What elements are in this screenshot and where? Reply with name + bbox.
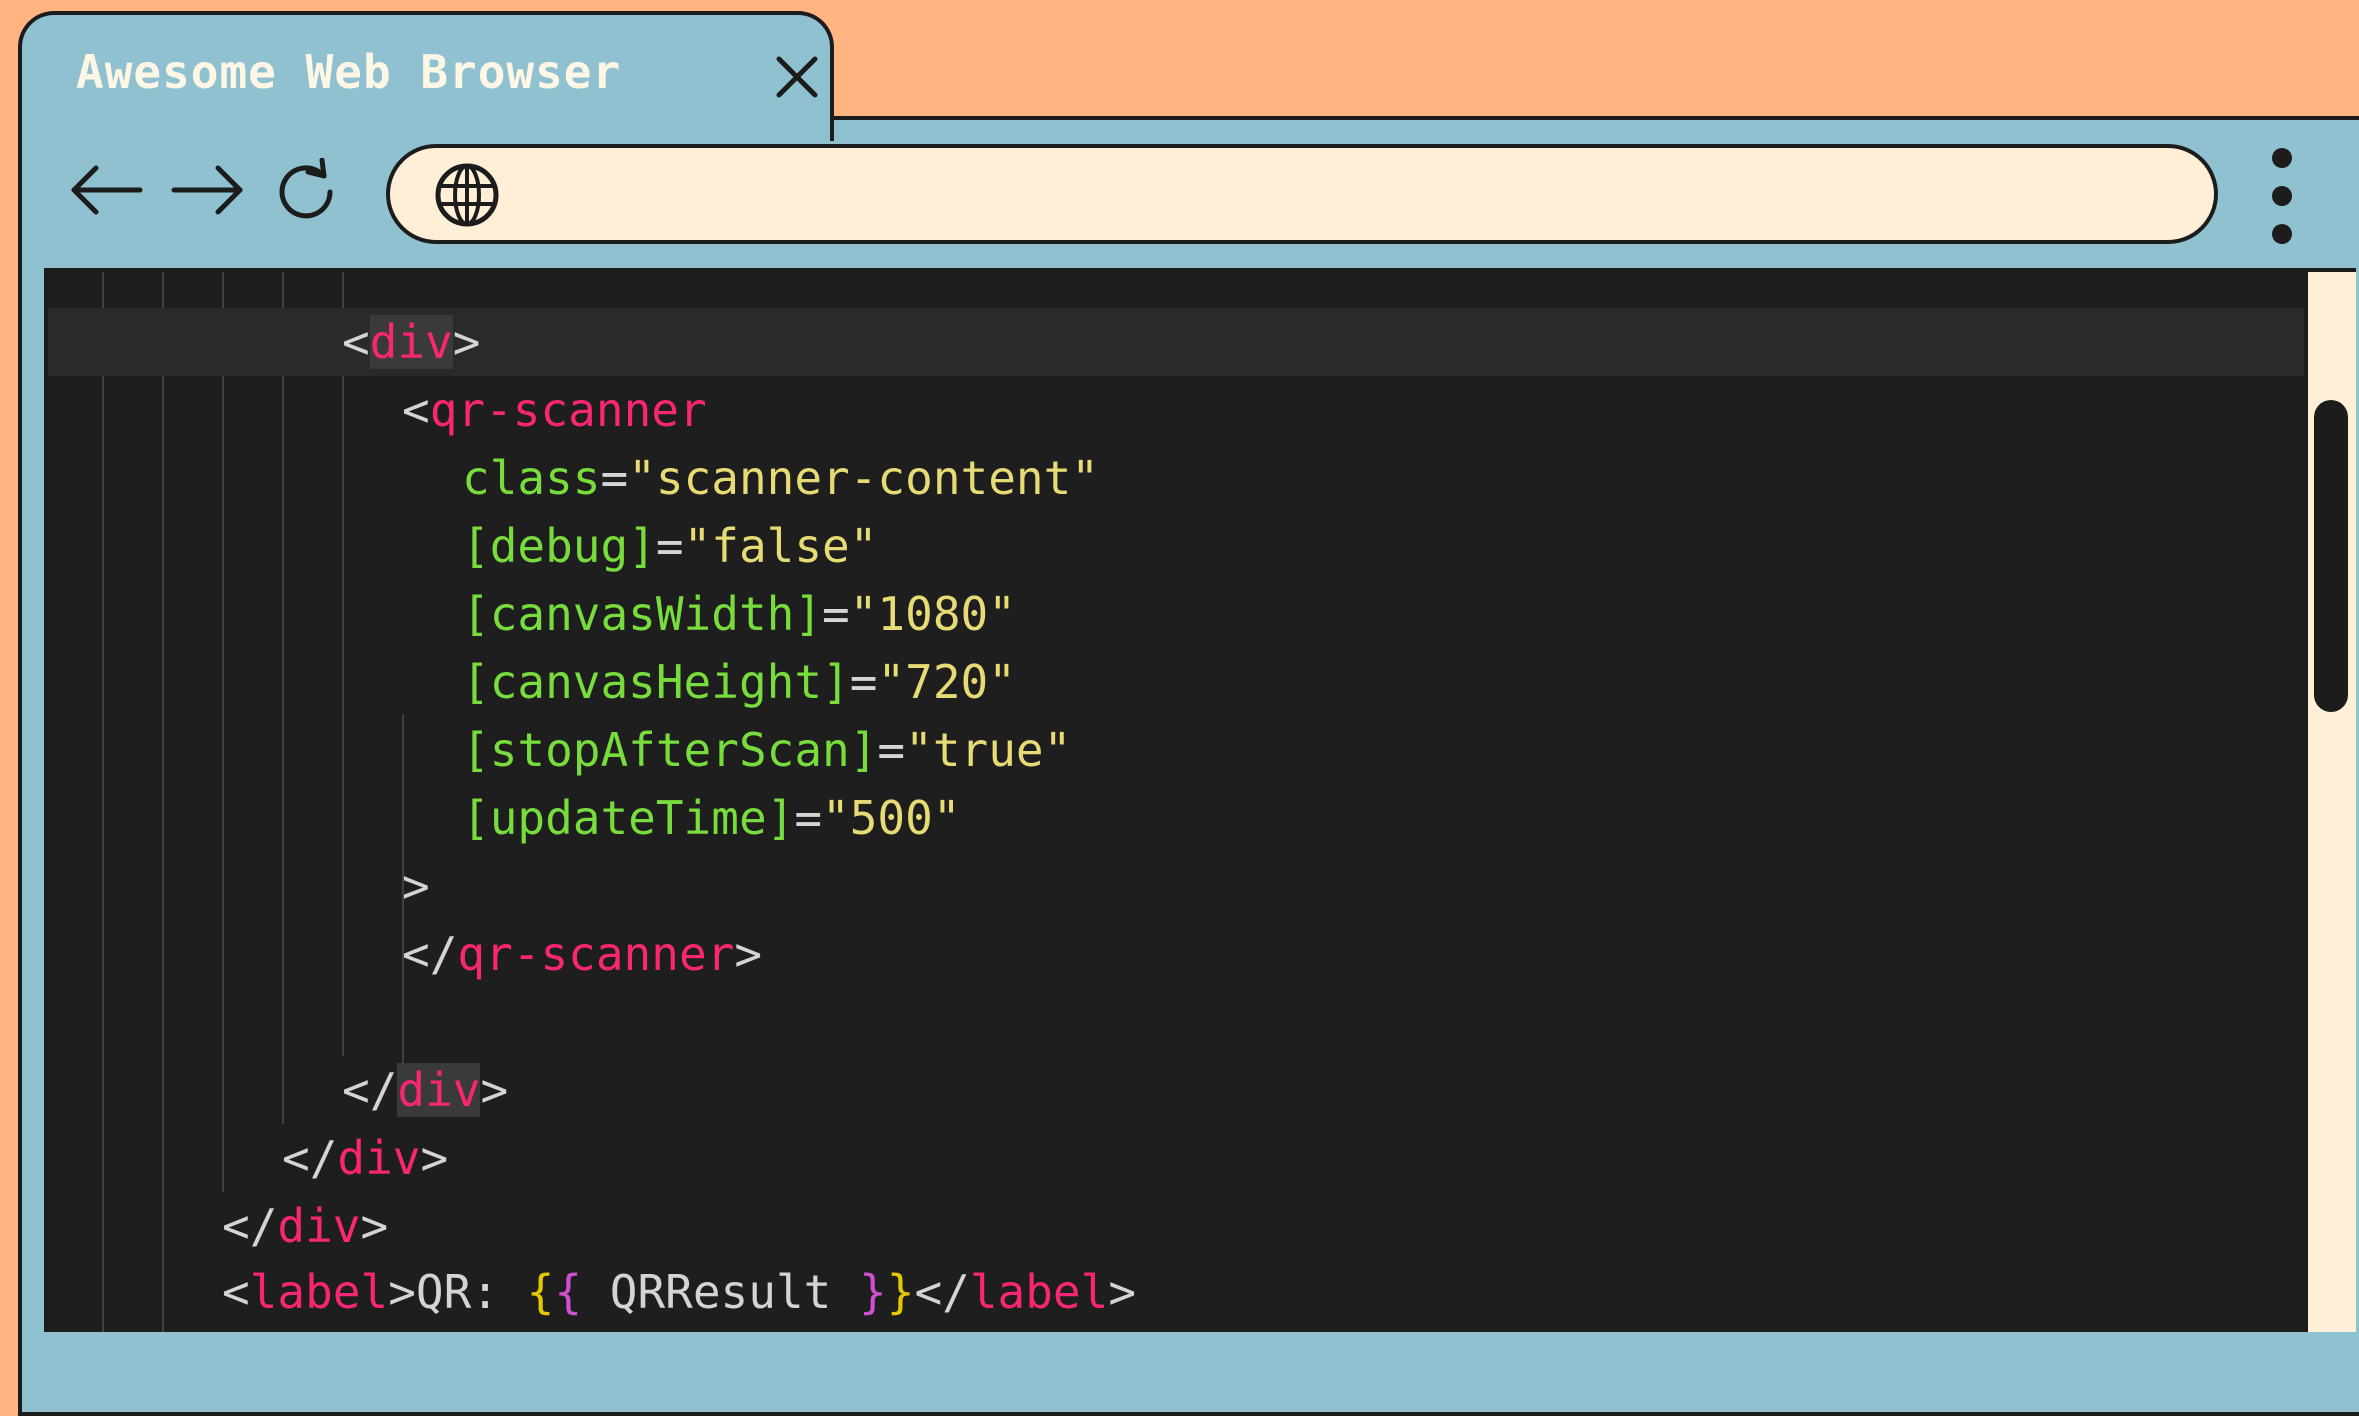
forward-button[interactable] (168, 150, 248, 230)
code-line: </div> (222, 1199, 389, 1253)
code-line: <qr-scanner (402, 383, 707, 437)
code-line: [canvasHeight]="720" (462, 655, 1016, 709)
forward-arrow-icon (171, 165, 243, 215)
back-arrow-icon (71, 165, 143, 215)
tab-title: Awesome Web Browser (76, 45, 622, 99)
globe-icon (434, 162, 500, 228)
reload-button[interactable] (266, 150, 346, 230)
code-line: > (402, 859, 430, 913)
url-input[interactable] (520, 162, 2174, 230)
reload-icon (279, 158, 333, 219)
code-line: [debug]="false" (462, 519, 878, 573)
browser-tab[interactable]: Awesome Web Browser (18, 11, 834, 141)
code-editor[interactable]: <div> <qr-scanner class="scanner-content… (48, 272, 2310, 1332)
page-viewport[interactable]: <div> <qr-scanner class="scanner-content… (44, 268, 2356, 1332)
code-line: <div> (48, 308, 2310, 376)
close-icon (776, 56, 818, 98)
address-bar[interactable] (386, 144, 2218, 244)
back-button[interactable] (66, 150, 146, 230)
code-line: class="scanner-content" (462, 451, 1099, 505)
code-line: [updateTime]="500" (462, 791, 961, 845)
code-line: </qr-scanner> (402, 927, 763, 981)
code-line: <label>QR: {{ QRResult }}</label> (222, 1265, 1137, 1319)
code-line: </div> (282, 1131, 449, 1185)
code-line: [canvasWidth]="1080" (462, 587, 1016, 641)
scrollbar-thumb[interactable] (2314, 400, 2348, 712)
code-line: </div> (342, 1063, 509, 1117)
code-line: [stopAfterScan]="true" (462, 723, 1072, 777)
kebab-menu-icon (2272, 148, 2292, 168)
tab-close-button[interactable] (757, 37, 837, 117)
browser-menu-button[interactable] (2262, 148, 2302, 244)
vertical-scrollbar[interactable] (2304, 272, 2356, 1332)
